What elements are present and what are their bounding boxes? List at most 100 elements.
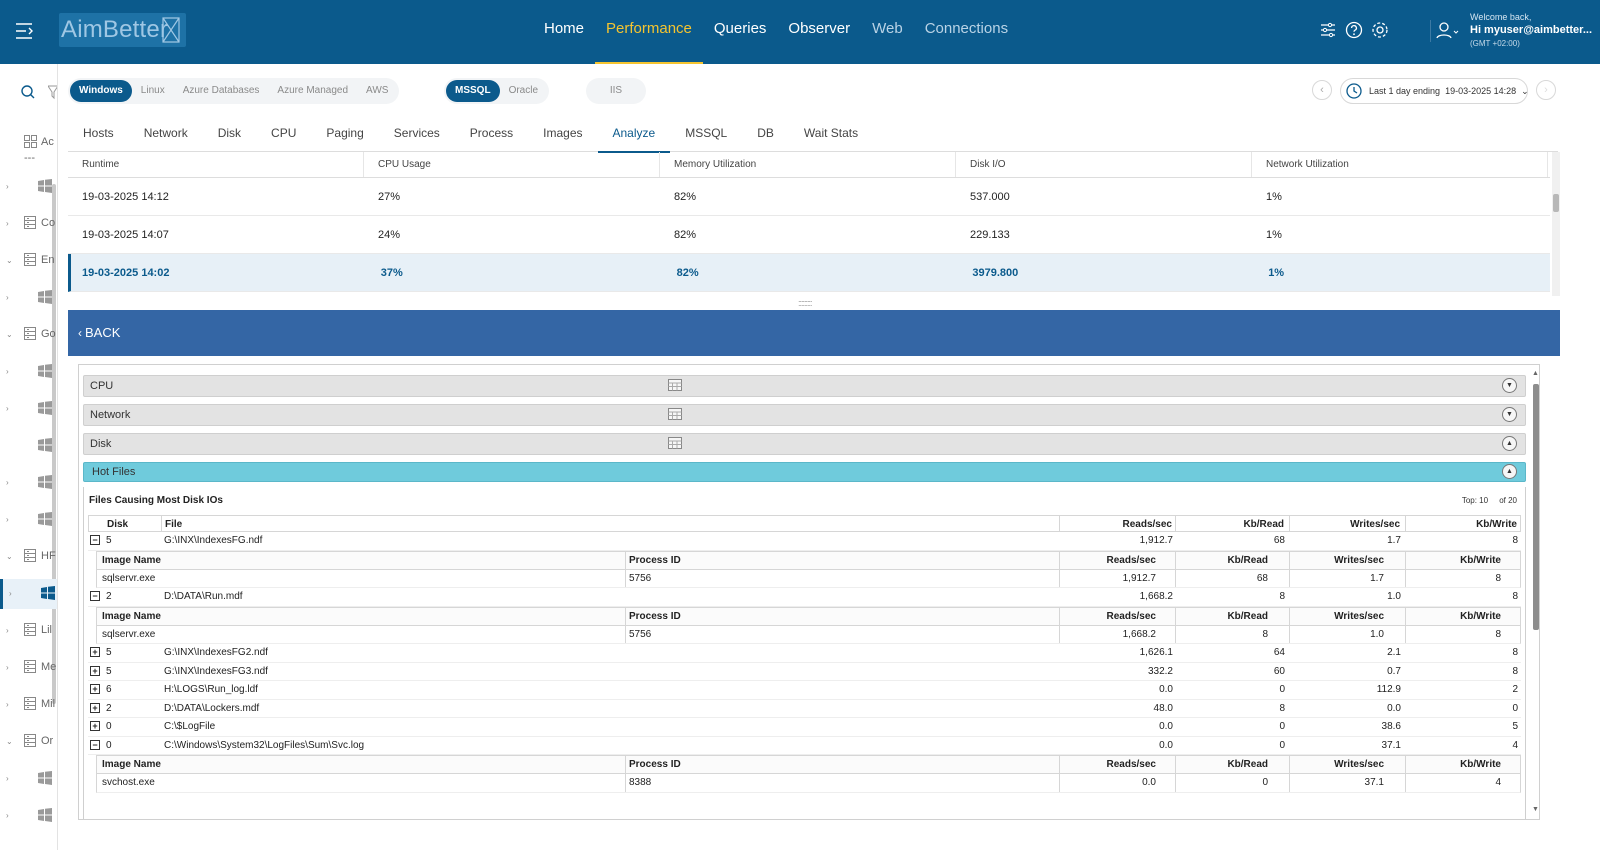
sidebar-item[interactable]: › xyxy=(0,357,57,387)
tab-cpu[interactable]: CPU xyxy=(256,116,311,152)
sidebar-item[interactable]: › Mil xyxy=(0,690,57,720)
nav-item-observer[interactable]: Observer xyxy=(777,0,861,64)
table-row[interactable]: 19-03-2025 14:02 37% 82% 3979.800 1% xyxy=(68,254,1550,292)
time-next-button[interactable]: › xyxy=(1536,80,1556,100)
back-button[interactable]: ‹ BACK xyxy=(78,325,120,340)
collapse-icon[interactable]: − xyxy=(90,739,100,750)
expand-icon[interactable]: + xyxy=(90,702,100,713)
tab-analyze[interactable]: Analyze xyxy=(597,116,671,153)
filter-pill-windows[interactable]: Windows xyxy=(70,80,132,102)
chevron-icon[interactable]: › xyxy=(6,478,9,487)
nav-item-performance[interactable]: Performance xyxy=(595,0,703,64)
table-row[interactable]: −0 C:\Windows\System32\LogFiles\Sum\Svc.l… xyxy=(88,737,1521,755)
nav-item-connections[interactable]: Connections xyxy=(914,0,1019,64)
chevron-icon[interactable]: › xyxy=(6,182,9,191)
column-header[interactable]: Disk I/O xyxy=(956,152,1252,177)
sidebar-item[interactable]: › xyxy=(0,172,57,202)
section-cpu[interactable]: CPU ▼ xyxy=(83,375,1526,397)
tab-paging[interactable]: Paging xyxy=(311,116,378,152)
user-menu[interactable]: Welcome back, Hi myuser@aimbetter... (GM… xyxy=(1430,12,1598,52)
filter-pill-mssql[interactable]: MSSQL xyxy=(446,80,500,102)
filter-pill-linux[interactable]: Linux xyxy=(132,80,174,102)
table-row[interactable]: +5 G:\INX\IndexesFG3.ndf 332.2 60 0.7 8 xyxy=(88,663,1521,681)
chevron-icon[interactable]: ⌄ xyxy=(6,330,13,339)
column-header[interactable]: Memory Utilization xyxy=(660,152,956,177)
sidebar-item[interactable] xyxy=(0,431,57,461)
panel-scroll-thumb[interactable] xyxy=(1533,384,1539,630)
sidebar-item[interactable]: › Me xyxy=(0,653,57,683)
chevron-icon[interactable]: › xyxy=(9,589,12,598)
scroll-down-icon[interactable]: ▼ xyxy=(1532,806,1539,813)
chevron-icon[interactable]: › xyxy=(6,293,9,302)
section-disk[interactable]: Disk ▲ xyxy=(83,433,1526,455)
nav-item-home[interactable]: Home xyxy=(533,0,595,64)
chevron-icon[interactable]: › xyxy=(6,515,9,524)
table-row[interactable]: 19-03-2025 14:12 27% 82% 537.000 1% xyxy=(68,178,1550,216)
chevron-icon[interactable]: › xyxy=(6,367,9,376)
table-row[interactable]: +0 C:\$LogFile 0.0 0 38.6 5 xyxy=(88,718,1521,737)
expand-icon[interactable]: + xyxy=(90,721,100,731)
table-row[interactable]: +5 G:\INX\IndexesFG2.ndf 1,626.1 64 2.1 8 xyxy=(88,644,1521,663)
tab-services[interactable]: Services xyxy=(379,116,455,152)
menu-icon[interactable] xyxy=(14,20,36,42)
sidebar-item[interactable]: --- xyxy=(0,144,57,174)
collapse-icon[interactable]: − xyxy=(90,535,100,545)
sidebar-item[interactable]: › xyxy=(0,579,57,609)
sidebar-item[interactable]: › Co xyxy=(0,209,57,239)
table-row[interactable]: 19-03-2025 14:07 24% 82% 229.133 1% xyxy=(68,216,1550,254)
runtime-scrollbar[interactable] xyxy=(1552,152,1560,296)
tab-disk[interactable]: Disk xyxy=(203,116,256,152)
chevron-icon[interactable]: › xyxy=(6,774,9,783)
chevron-icon[interactable]: › xyxy=(6,219,9,228)
logo[interactable]: AimBetter xyxy=(59,13,186,47)
top-value[interactable]: 10 xyxy=(1479,496,1488,505)
settings-icon[interactable] xyxy=(1370,20,1390,40)
sidebar-item[interactable]: › xyxy=(0,801,57,831)
sidebar-item[interactable]: › xyxy=(0,283,57,313)
section-hot-files[interactable]: Hot Files ▲ xyxy=(83,462,1526,482)
filter-pill-aws[interactable]: AWS xyxy=(357,80,397,102)
chevron-icon[interactable]: ⌄ xyxy=(6,737,13,746)
collapse-icon[interactable]: ▲ xyxy=(1502,436,1517,451)
chevron-icon[interactable]: › xyxy=(6,700,9,709)
nav-item-web[interactable]: Web xyxy=(861,0,914,64)
sidebar-item[interactable]: › xyxy=(0,394,57,424)
sidebar-item[interactable]: › xyxy=(0,505,57,535)
sidebar-item[interactable]: ⌄ HF xyxy=(0,542,57,572)
runtime-scroll-thumb[interactable] xyxy=(1553,194,1559,212)
column-header[interactable]: CPU Usage xyxy=(364,152,660,177)
expand-icon[interactable]: ▼ xyxy=(1502,378,1517,393)
top-n-control[interactable]: Top: 10 of 20 xyxy=(1462,496,1517,505)
sub-table-row[interactable]: sqlservr.exe 5756 1,668.2 8 1.0 8 xyxy=(96,625,1521,644)
tab-images[interactable]: Images xyxy=(528,116,597,152)
funnel-icon[interactable] xyxy=(48,84,58,100)
section-network[interactable]: Network ▼ xyxy=(83,404,1526,426)
column-header[interactable]: Runtime xyxy=(68,152,364,177)
sidebar-item[interactable]: › xyxy=(0,468,57,498)
chevron-icon[interactable]: › xyxy=(6,626,9,635)
sub-table-row[interactable]: sqlservr.exe 5756 1,912.7 68 1.7 8 xyxy=(96,569,1521,588)
expand-icon[interactable]: + xyxy=(90,665,100,676)
chevron-icon[interactable]: ⌄ xyxy=(6,256,13,265)
filter-pill-oracle[interactable]: Oracle xyxy=(500,80,547,102)
tab-wait-stats[interactable]: Wait Stats xyxy=(789,116,873,152)
filter-pill-azure-databases[interactable]: Azure Databases xyxy=(174,80,269,102)
tab-db[interactable]: DB xyxy=(742,116,789,152)
sidebar-item[interactable]: › xyxy=(0,764,57,794)
collapse-icon[interactable]: ▲ xyxy=(1502,464,1517,479)
column-header[interactable]: Network Utilization xyxy=(1252,152,1548,177)
sub-table-row[interactable]: svchost.exe 8388 0.0 0 37.1 4 xyxy=(96,774,1521,793)
expand-icon[interactable]: + xyxy=(90,684,100,694)
resize-handle[interactable]: ::::::::: xyxy=(798,298,812,308)
sidebar-item[interactable]: ⌄ Or xyxy=(0,727,57,757)
panel-scrollbar[interactable]: ▲ ▼ xyxy=(1532,370,1540,816)
scroll-up-icon[interactable]: ▲ xyxy=(1532,370,1539,377)
chevron-icon[interactable]: › xyxy=(6,811,9,820)
tab-network[interactable]: Network xyxy=(129,116,203,152)
help-icon[interactable] xyxy=(1344,20,1364,40)
expand-icon[interactable]: ▼ xyxy=(1502,407,1517,422)
sidebar-item[interactable]: ⌄ Go xyxy=(0,320,57,350)
tab-mssql[interactable]: MSSQL xyxy=(670,116,742,152)
table-row[interactable]: −5 G:\INX\IndexesFG.ndf 1,912.7 68 1.7 8 xyxy=(88,532,1521,551)
time-range-button[interactable]: Last 1 day ending 19-03-2025 14:28 ⌄ xyxy=(1340,78,1529,104)
